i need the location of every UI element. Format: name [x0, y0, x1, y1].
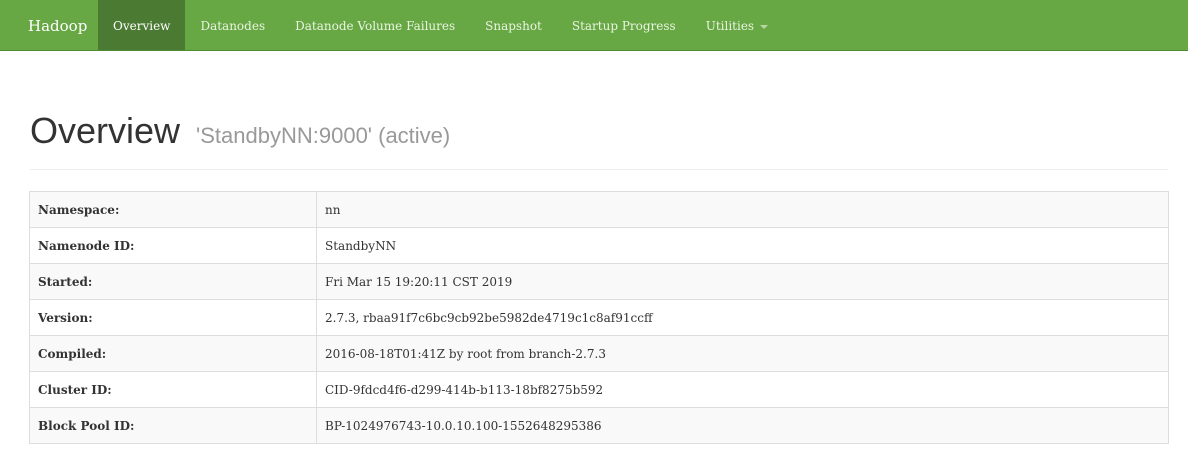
nav-item-snapshot[interactable]: Snapshot: [470, 0, 557, 50]
page-title: Overview 'StandbyNN:9000' (active): [30, 108, 1168, 159]
row-key: Compiled:: [29, 335, 317, 372]
row-value: StandbyNN: [316, 227, 1169, 264]
row-value: BP-1024976743-10.0.10.100-1552648295386: [316, 407, 1169, 444]
table-row: Started: Fri Mar 15 19:20:11 CST 2019: [29, 263, 1169, 300]
table-row: Namenode ID: StandbyNN: [29, 227, 1169, 264]
row-value: 2.7.3, rbaa91f7c6bc9cb92be5982de4719c1c8…: [316, 299, 1169, 336]
table-row: Version: 2.7.3, rbaa91f7c6bc9cb92be5982d…: [29, 299, 1169, 336]
nav-item-startup-progress[interactable]: Startup Progress: [557, 0, 691, 50]
overview-table: Namespace: nn Namenode ID: StandbyNN Sta…: [29, 191, 1169, 444]
row-key: Cluster ID:: [29, 371, 317, 408]
table-row: Compiled: 2016-08-18T01:41Z by root from…: [29, 335, 1169, 372]
row-value: 2016-08-18T01:41Z by root from branch-2.…: [316, 335, 1169, 372]
row-key: Started:: [29, 263, 317, 300]
nav-item-datanode-volume-failures[interactable]: Datanode Volume Failures: [280, 0, 470, 50]
row-value: CID-9fdcd4f6-d299-414b-b113-18bf8275b592: [316, 371, 1169, 408]
page-subtitle: 'StandbyNN:9000' (active): [196, 123, 451, 148]
row-value: Fri Mar 15 19:20:11 CST 2019: [316, 263, 1169, 300]
nav-item-utilities-label: Utilities: [705, 19, 755, 33]
row-key: Namenode ID:: [29, 227, 317, 264]
top-navbar: Hadoop Overview Datanodes Datanode Volum…: [0, 0, 1188, 51]
table-row: Cluster ID: CID-9fdcd4f6-d299-414b-b113-…: [29, 371, 1169, 408]
page-header: Overview 'StandbyNN:9000' (active): [30, 108, 1168, 170]
caret-down-icon: [760, 24, 769, 29]
table-row: Namespace: nn: [29, 191, 1169, 228]
page-title-text: Overview: [30, 110, 181, 151]
nav-item-overview[interactable]: Overview: [98, 0, 186, 50]
main-nav: Overview Datanodes Datanode Volume Failu…: [98, 0, 783, 50]
row-key: Block Pool ID:: [29, 407, 317, 444]
nav-item-utilities[interactable]: Utilities: [691, 0, 783, 50]
table-row: Block Pool ID: BP-1024976743-10.0.10.100…: [29, 407, 1169, 444]
row-value: nn: [316, 191, 1169, 228]
row-key: Namespace:: [29, 191, 317, 228]
nav-item-datanodes[interactable]: Datanodes: [185, 0, 280, 50]
row-key: Version:: [29, 299, 317, 336]
